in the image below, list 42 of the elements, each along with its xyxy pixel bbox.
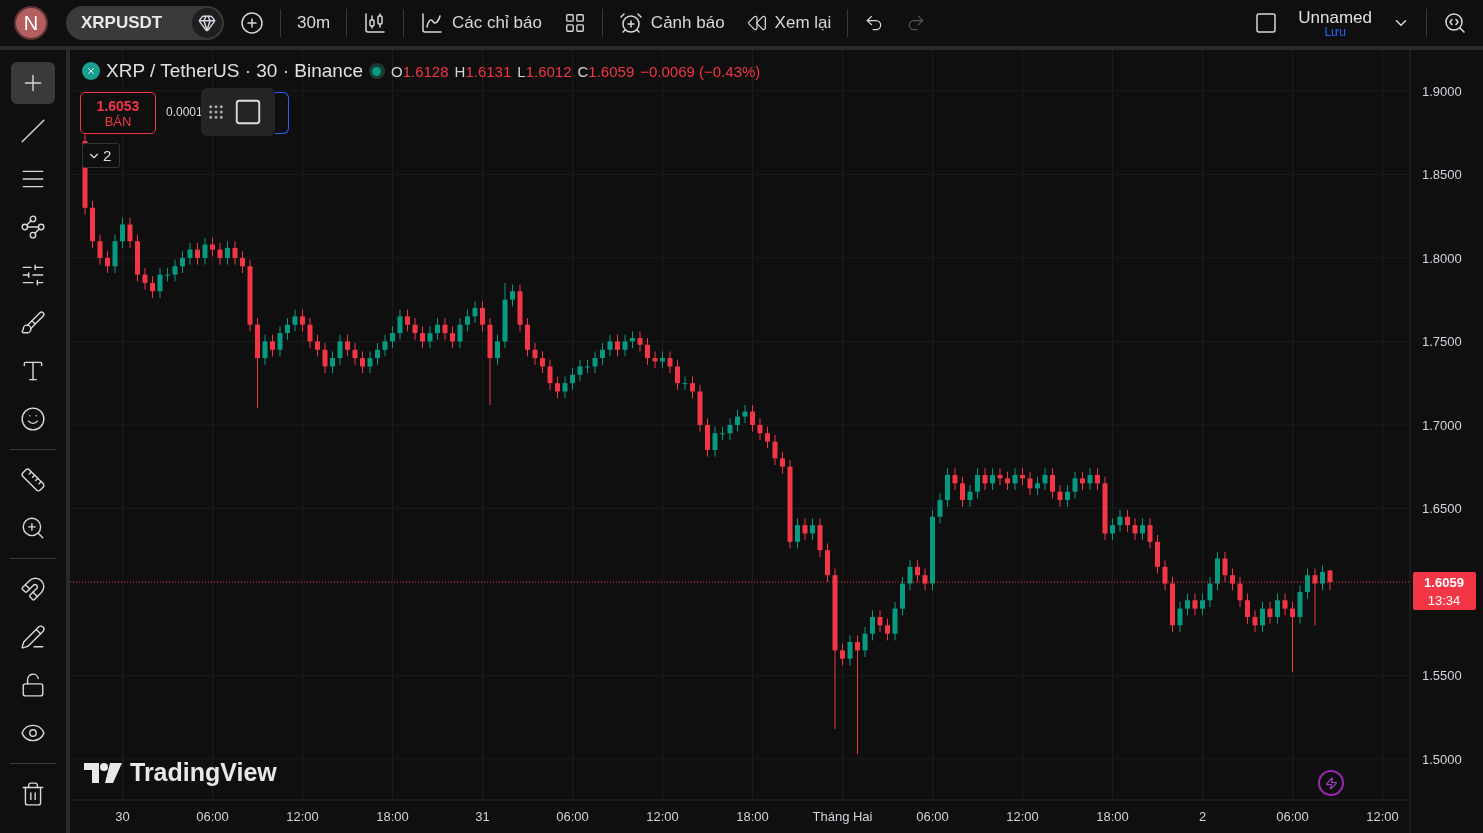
replay-button[interactable]: Xem lại: [740, 9, 838, 37]
price-label: 1.6500: [1422, 501, 1462, 517]
time-label: 2: [1198, 809, 1207, 824]
time-label: Tháng Hai: [812, 809, 873, 824]
symbol-title: XRP / TetherUS · 30 · Binance: [106, 60, 363, 82]
layout-name-button[interactable]: Unnamed Lưu: [1294, 8, 1376, 38]
price-label: 1.9000: [1422, 83, 1462, 99]
price-label: 1.8500: [1422, 167, 1462, 183]
time-label: 06:00: [916, 809, 949, 824]
price-label: 1.7000: [1422, 417, 1462, 433]
collapse-button[interactable]: 2: [82, 143, 120, 168]
time-label: 12:00: [1006, 809, 1039, 824]
time-label: 31: [475, 809, 490, 824]
symbol-search[interactable]: XRPUSDT: [66, 6, 224, 40]
spread-value: 0.0001: [166, 105, 203, 119]
time-label: 06:00: [556, 809, 589, 824]
user-avatar[interactable]: N: [14, 6, 48, 40]
current-price-badge: 1.6059 13:34: [1413, 572, 1476, 611]
time-label: 12:00: [1366, 809, 1399, 824]
ohlc-value: H1.6131: [454, 62, 512, 80]
time-label: 18:00: [376, 809, 409, 824]
time-label: 12:00: [646, 809, 679, 824]
alert-button[interactable]: Cảnh báo: [612, 7, 731, 39]
ref-line-label: 1.6059: [1424, 575, 1464, 591]
interval-button[interactable]: 30m: [291, 9, 337, 37]
price-label: 1.8000: [1422, 250, 1462, 266]
time-label: 18:00: [736, 809, 769, 824]
time-label: 06:00: [1276, 809, 1309, 824]
ohlc-value: L1.6012: [517, 62, 572, 80]
price-label: 1.5000: [1422, 751, 1462, 767]
price-change: −0.0069 (−0.43%): [640, 62, 761, 80]
time-label: 18:00: [1096, 809, 1129, 824]
time-label: 06:00: [196, 809, 229, 824]
sell-button[interactable]: 1.6053 BÁN: [80, 92, 156, 134]
tradingview-logo-text: TradingView: [130, 758, 277, 787]
price-label: 1.5500: [1422, 668, 1462, 684]
ohlc-value: O1.6128: [391, 62, 449, 80]
time-label: 12:00: [286, 809, 319, 824]
time-label: 30: [115, 809, 130, 824]
price-label: 1.7500: [1422, 334, 1462, 350]
ohlc-value: C1.6059: [577, 62, 635, 80]
indicators-button[interactable]: Các chỉ báo: [414, 7, 548, 39]
